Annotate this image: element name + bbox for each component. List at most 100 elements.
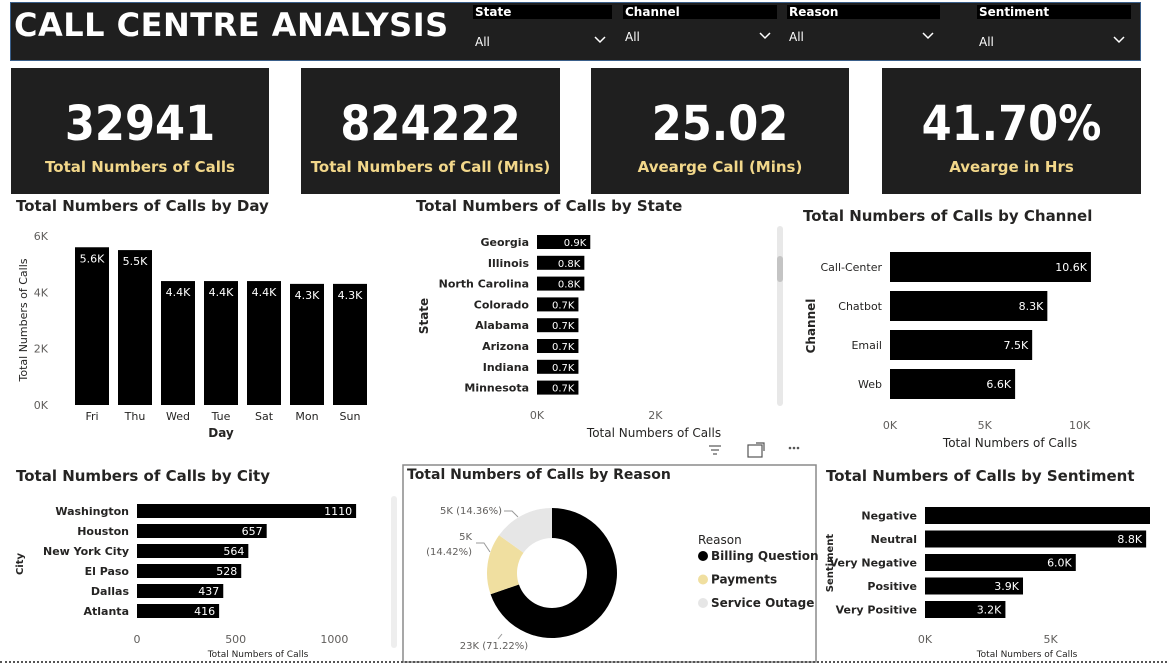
x-axis-title: Total Numbers of Calls <box>942 436 1077 450</box>
category-label: Georgia <box>480 236 529 249</box>
category-label: Atlanta <box>84 605 129 618</box>
data-label: 528 <box>216 565 237 578</box>
kpi-card-total-calls[interactable]: 32941 Total Numbers of Calls <box>11 68 269 194</box>
kpi-label: Avearge in Hrs <box>949 158 1074 176</box>
data-label: 5.5K <box>123 255 148 268</box>
kpi-card-average-call[interactable]: 25.02 Avearge Call (Mins) <box>591 68 849 194</box>
focus-mode-icon[interactable] <box>746 441 766 459</box>
data-label: 0.7K <box>552 363 575 374</box>
bar[interactable] <box>925 530 1147 548</box>
category-label: Minnesota <box>464 382 529 395</box>
x-tick-label: Thu <box>124 410 146 423</box>
calls-by-city-chart[interactable]: 1110 Washington 657 Houston 564 New York City… <box>10 488 400 660</box>
data-label: 657 <box>242 525 263 538</box>
kpi-value: 25.02 <box>651 96 789 152</box>
category-label: Washington <box>55 505 129 518</box>
state-slicer-value[interactable]: All <box>475 35 490 49</box>
x-tick-label: Sat <box>255 410 274 423</box>
category-label: Call-Center <box>820 261 882 274</box>
x-tick-label: 0K <box>918 633 933 646</box>
state-chart-title: Total Numbers of Calls by State <box>416 197 683 215</box>
data-label: 23K (71.22%) <box>460 641 528 652</box>
sentiment-slicer-value[interactable]: All <box>979 35 994 49</box>
category-label: Houston <box>77 525 129 538</box>
x-tick-label: 0K <box>530 409 545 422</box>
chevron-down-icon[interactable] <box>592 31 608 47</box>
bar[interactable] <box>247 281 281 405</box>
bar[interactable] <box>925 507 1150 524</box>
data-label: 8.8K <box>1117 533 1142 546</box>
x-tick-label: 10K <box>1069 419 1091 432</box>
bar[interactable] <box>75 247 109 405</box>
bar[interactable] <box>204 281 238 405</box>
sentiment-slicer-label: Sentiment <box>977 5 1131 19</box>
y-axis-title: Sentiment <box>825 534 836 593</box>
legend-marker <box>698 574 708 585</box>
reason-slicer[interactable]: Reason All <box>787 5 940 55</box>
kpi-label: Total Numbers of Call (Mins) <box>310 158 551 176</box>
calls-by-sentiment-chart[interactable]: 11.1KNegative8.8KNeutral6.0KVery Negativ… <box>820 488 1150 660</box>
channel-slicer[interactable]: Channel All <box>623 5 777 55</box>
bar[interactable] <box>290 283 324 405</box>
scrollbar-track[interactable] <box>391 496 397 648</box>
calls-by-state-chart[interactable]: 0.9K Georgia 0.8K Illinois 0.8K North Carolin… <box>410 218 790 443</box>
kpi-label: Total Numbers of Calls <box>45 158 235 176</box>
more-options-icon[interactable] <box>786 443 802 453</box>
y-axis-title: Channel <box>804 299 818 354</box>
data-label: 5K <box>459 532 472 543</box>
kpi-value: 41.70% <box>921 96 1102 152</box>
x-tick-label: 5K <box>978 419 993 432</box>
data-label: 5K (14.36%) <box>440 506 502 517</box>
chevron-down-icon[interactable] <box>1111 31 1127 47</box>
data-label: 5.6K <box>80 252 105 265</box>
x-axis-title: Total Numbers of Calls <box>976 650 1078 660</box>
data-label: 4.4K <box>166 286 191 299</box>
channel-slicer-value[interactable]: All <box>625 30 640 44</box>
legend-item: Payments <box>711 573 777 587</box>
data-label: 4.4K <box>252 286 277 299</box>
bar[interactable] <box>333 283 367 405</box>
category-label: Web <box>858 378 882 391</box>
legend-marker <box>698 551 708 561</box>
chevron-down-icon[interactable] <box>757 27 773 43</box>
chevron-down-icon[interactable] <box>920 27 936 43</box>
calls-by-channel-chart[interactable]: 10.6K Call-Center 8.3K Chatbot 7.5K Email 6.6K… <box>795 228 1140 453</box>
legend-marker <box>698 598 708 608</box>
x-tick-label: Sun <box>340 410 361 423</box>
category-label: Negative <box>861 510 917 523</box>
bar[interactable] <box>118 250 152 405</box>
category-label: Illinois <box>488 257 530 270</box>
y-axis-title: City <box>15 552 26 575</box>
data-label: 10.6K <box>1055 261 1087 274</box>
category-label: Dallas <box>91 585 130 598</box>
y-tick-label: 2K <box>34 343 49 356</box>
scrollbar-track[interactable] <box>777 226 783 406</box>
leader-line <box>497 633 503 640</box>
x-tick-label: 2K <box>648 409 663 422</box>
data-label: (14.42%) <box>426 547 472 558</box>
filter-icon[interactable] <box>707 443 723 457</box>
y-axis-title: State <box>417 298 431 334</box>
legend-item: Service Outage <box>711 596 814 610</box>
data-label: 1110 <box>324 505 352 518</box>
kpi-card-average-hrs[interactable]: 41.70% Avearge in Hrs <box>882 68 1141 194</box>
legend-title: Reason <box>698 533 742 547</box>
data-label: 416 <box>194 605 215 618</box>
sentiment-slicer[interactable]: Sentiment All <box>977 5 1131 55</box>
category-label: Colorado <box>474 298 530 311</box>
calls-by-reason-chart[interactable]: 23K (71.22%) 5K (14.42%) 5K (14.36%) Reason B… <box>402 464 818 664</box>
calls-by-day-chart[interactable]: 0K 2K 4K 6K 5.6K Fri 5.5K Thu 4.4K Wed 4.4K Tue 4.4K… <box>10 218 380 443</box>
data-label: 4.4K <box>209 286 234 299</box>
city-chart-title: Total Numbers of Calls by City <box>16 467 270 485</box>
state-slicer[interactable]: State All <box>473 5 612 55</box>
scrollbar-thumb[interactable] <box>777 256 783 282</box>
reason-slicer-value[interactable]: All <box>789 30 804 44</box>
kpi-card-total-call-mins[interactable]: 824222 Total Numbers of Call (Mins) <box>301 68 560 194</box>
day-chart-title: Total Numbers of Calls by Day <box>16 197 269 215</box>
leader-line <box>476 542 491 553</box>
data-label: 4.3K <box>295 289 320 302</box>
bar[interactable] <box>161 281 195 405</box>
data-label: 7.5K <box>1003 339 1028 352</box>
kpi-value: 32941 <box>64 96 216 152</box>
channel-slicer-label: Channel <box>623 5 777 19</box>
